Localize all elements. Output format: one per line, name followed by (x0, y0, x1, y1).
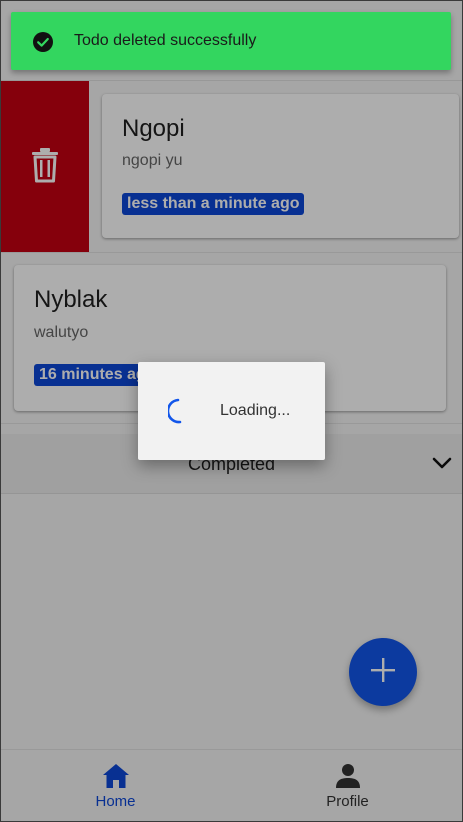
app-screen: Ngopi ngopi yu less than a minute ago Ny… (0, 0, 463, 822)
toast-message: Todo deleted successfully (74, 32, 257, 49)
loading-dialog: Loading... (138, 362, 325, 460)
loading-text: Loading... (220, 402, 291, 419)
spinner-icon (166, 398, 192, 429)
check-circle-icon (33, 32, 53, 57)
success-toast: Todo deleted successfully (11, 12, 451, 70)
